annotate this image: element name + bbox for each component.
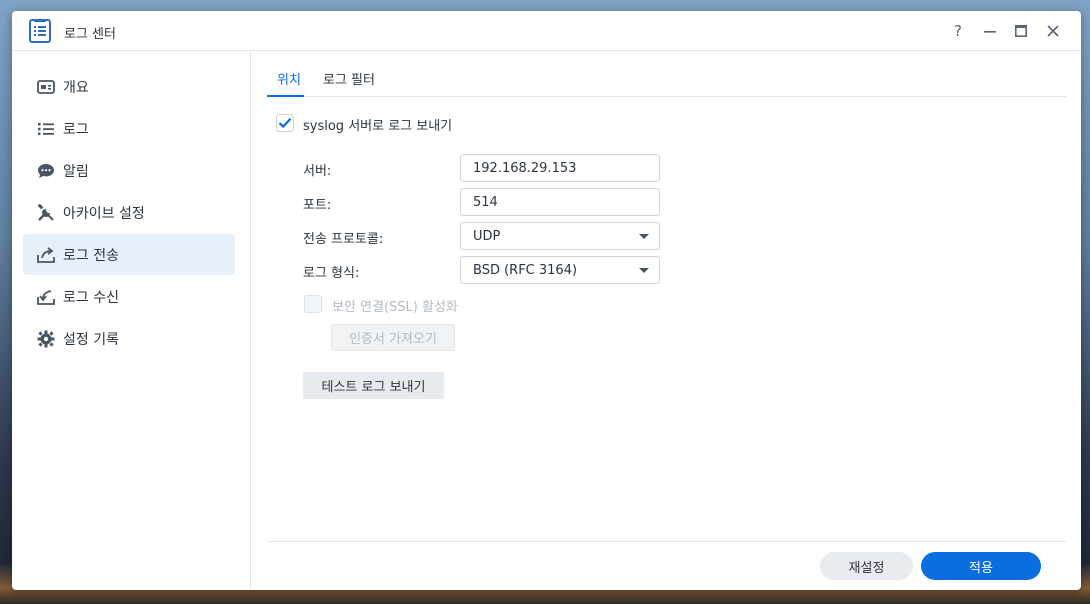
- sidebar-item-archive-settings[interactable]: 아카이브 설정: [23, 192, 235, 233]
- protocol-select[interactable]: UDP: [460, 222, 660, 250]
- tab-location[interactable]: 위치: [277, 69, 301, 88]
- active-tab-indicator: [267, 95, 304, 97]
- sidebar-item-label: 로그 수신: [63, 289, 119, 306]
- log-format-label: 로그 형식:: [303, 266, 360, 281]
- protocol-label: 전송 프로토콜:: [303, 232, 384, 247]
- port-input-value: 514: [473, 194, 498, 210]
- ssl-checkbox[interactable]: [304, 295, 322, 313]
- sidebar-item-label: 로그: [63, 121, 89, 138]
- server-input-value: 192.168.29.153: [473, 160, 577, 176]
- log-format-select-value: BSD (RFC 3164): [473, 262, 578, 278]
- sidebar-item-label: 개요: [63, 79, 89, 96]
- tab-log-filter[interactable]: 로그 필터: [323, 69, 375, 88]
- server-label: 서버:: [303, 164, 332, 179]
- gear-icon: [37, 330, 55, 348]
- help-button[interactable]: ?: [948, 21, 968, 41]
- reset-button[interactable]: 재설정: [820, 552, 913, 580]
- chat-bubble-icon: [37, 162, 55, 180]
- tools-icon: [37, 203, 55, 222]
- sidebar-item-label: 설정 기록: [63, 331, 119, 348]
- server-input[interactable]: 192.168.29.153: [460, 154, 660, 182]
- protocol-select-value: UDP: [473, 228, 501, 244]
- title-bar: 로그 센터 ?: [12, 11, 1081, 51]
- overview-icon: [37, 78, 55, 96]
- chevron-down-icon: [639, 268, 649, 273]
- log-center-window: 로그 센터 ? 개요 로그 알림 아카이브 설정 로그 전송 로그 수신 설정 …: [12, 11, 1081, 590]
- close-icon: [1047, 25, 1059, 37]
- sidebar-item-label: 아카이브 설정: [63, 205, 145, 222]
- port-input[interactable]: 514: [460, 188, 660, 216]
- minimize-icon: [984, 31, 996, 33]
- upload-icon: [37, 246, 55, 264]
- sidebar-item-label: 로그 전송: [63, 247, 119, 264]
- sidebar-item-log-sending[interactable]: 로그 전송: [23, 234, 235, 275]
- sidebar: 개요 로그 알림 아카이브 설정 로그 전송 로그 수신 설정 기록: [12, 51, 251, 590]
- import-certificate-button[interactable]: 인증서 가져오기: [331, 324, 455, 351]
- sidebar-item-logs[interactable]: 로그: [23, 108, 235, 149]
- syslog-checkbox[interactable]: [276, 114, 294, 132]
- main-panel: 위치 로그 필터 syslog 서버로 로그 보내기 서버: 192.168.2…: [252, 51, 1081, 590]
- help-icon: ?: [954, 22, 962, 40]
- tab-bar: 위치 로그 필터: [267, 65, 1066, 97]
- list-icon: [37, 120, 55, 138]
- footer-divider: [267, 541, 1066, 542]
- log-center-app-icon: [29, 18, 51, 43]
- log-format-select[interactable]: BSD (RFC 3164): [460, 256, 660, 284]
- window-title: 로그 센터: [64, 27, 116, 42]
- maximize-icon: [1015, 25, 1027, 37]
- checkmark-icon: [278, 118, 292, 129]
- minimize-button[interactable]: [980, 21, 1000, 41]
- sidebar-item-log-receiving[interactable]: 로그 수신: [23, 276, 235, 317]
- sidebar-item-settings-history[interactable]: 설정 기록: [23, 318, 235, 359]
- ssl-checkbox-label: 보안 연결(SSL) 활성화: [332, 300, 458, 315]
- syslog-checkbox-label: syslog 서버로 로그 보내기: [303, 119, 453, 134]
- sidebar-item-notifications[interactable]: 알림: [23, 150, 235, 191]
- maximize-button[interactable]: [1011, 21, 1031, 41]
- chevron-down-icon: [639, 234, 649, 239]
- port-label: 포트:: [303, 198, 332, 213]
- sidebar-item-label: 알림: [63, 163, 89, 180]
- sidebar-item-overview[interactable]: 개요: [23, 66, 235, 107]
- send-test-log-button[interactable]: 테스트 로그 보내기: [303, 372, 444, 399]
- apply-button[interactable]: 적용: [921, 552, 1041, 580]
- download-icon: [37, 288, 55, 306]
- close-button[interactable]: [1043, 21, 1063, 41]
